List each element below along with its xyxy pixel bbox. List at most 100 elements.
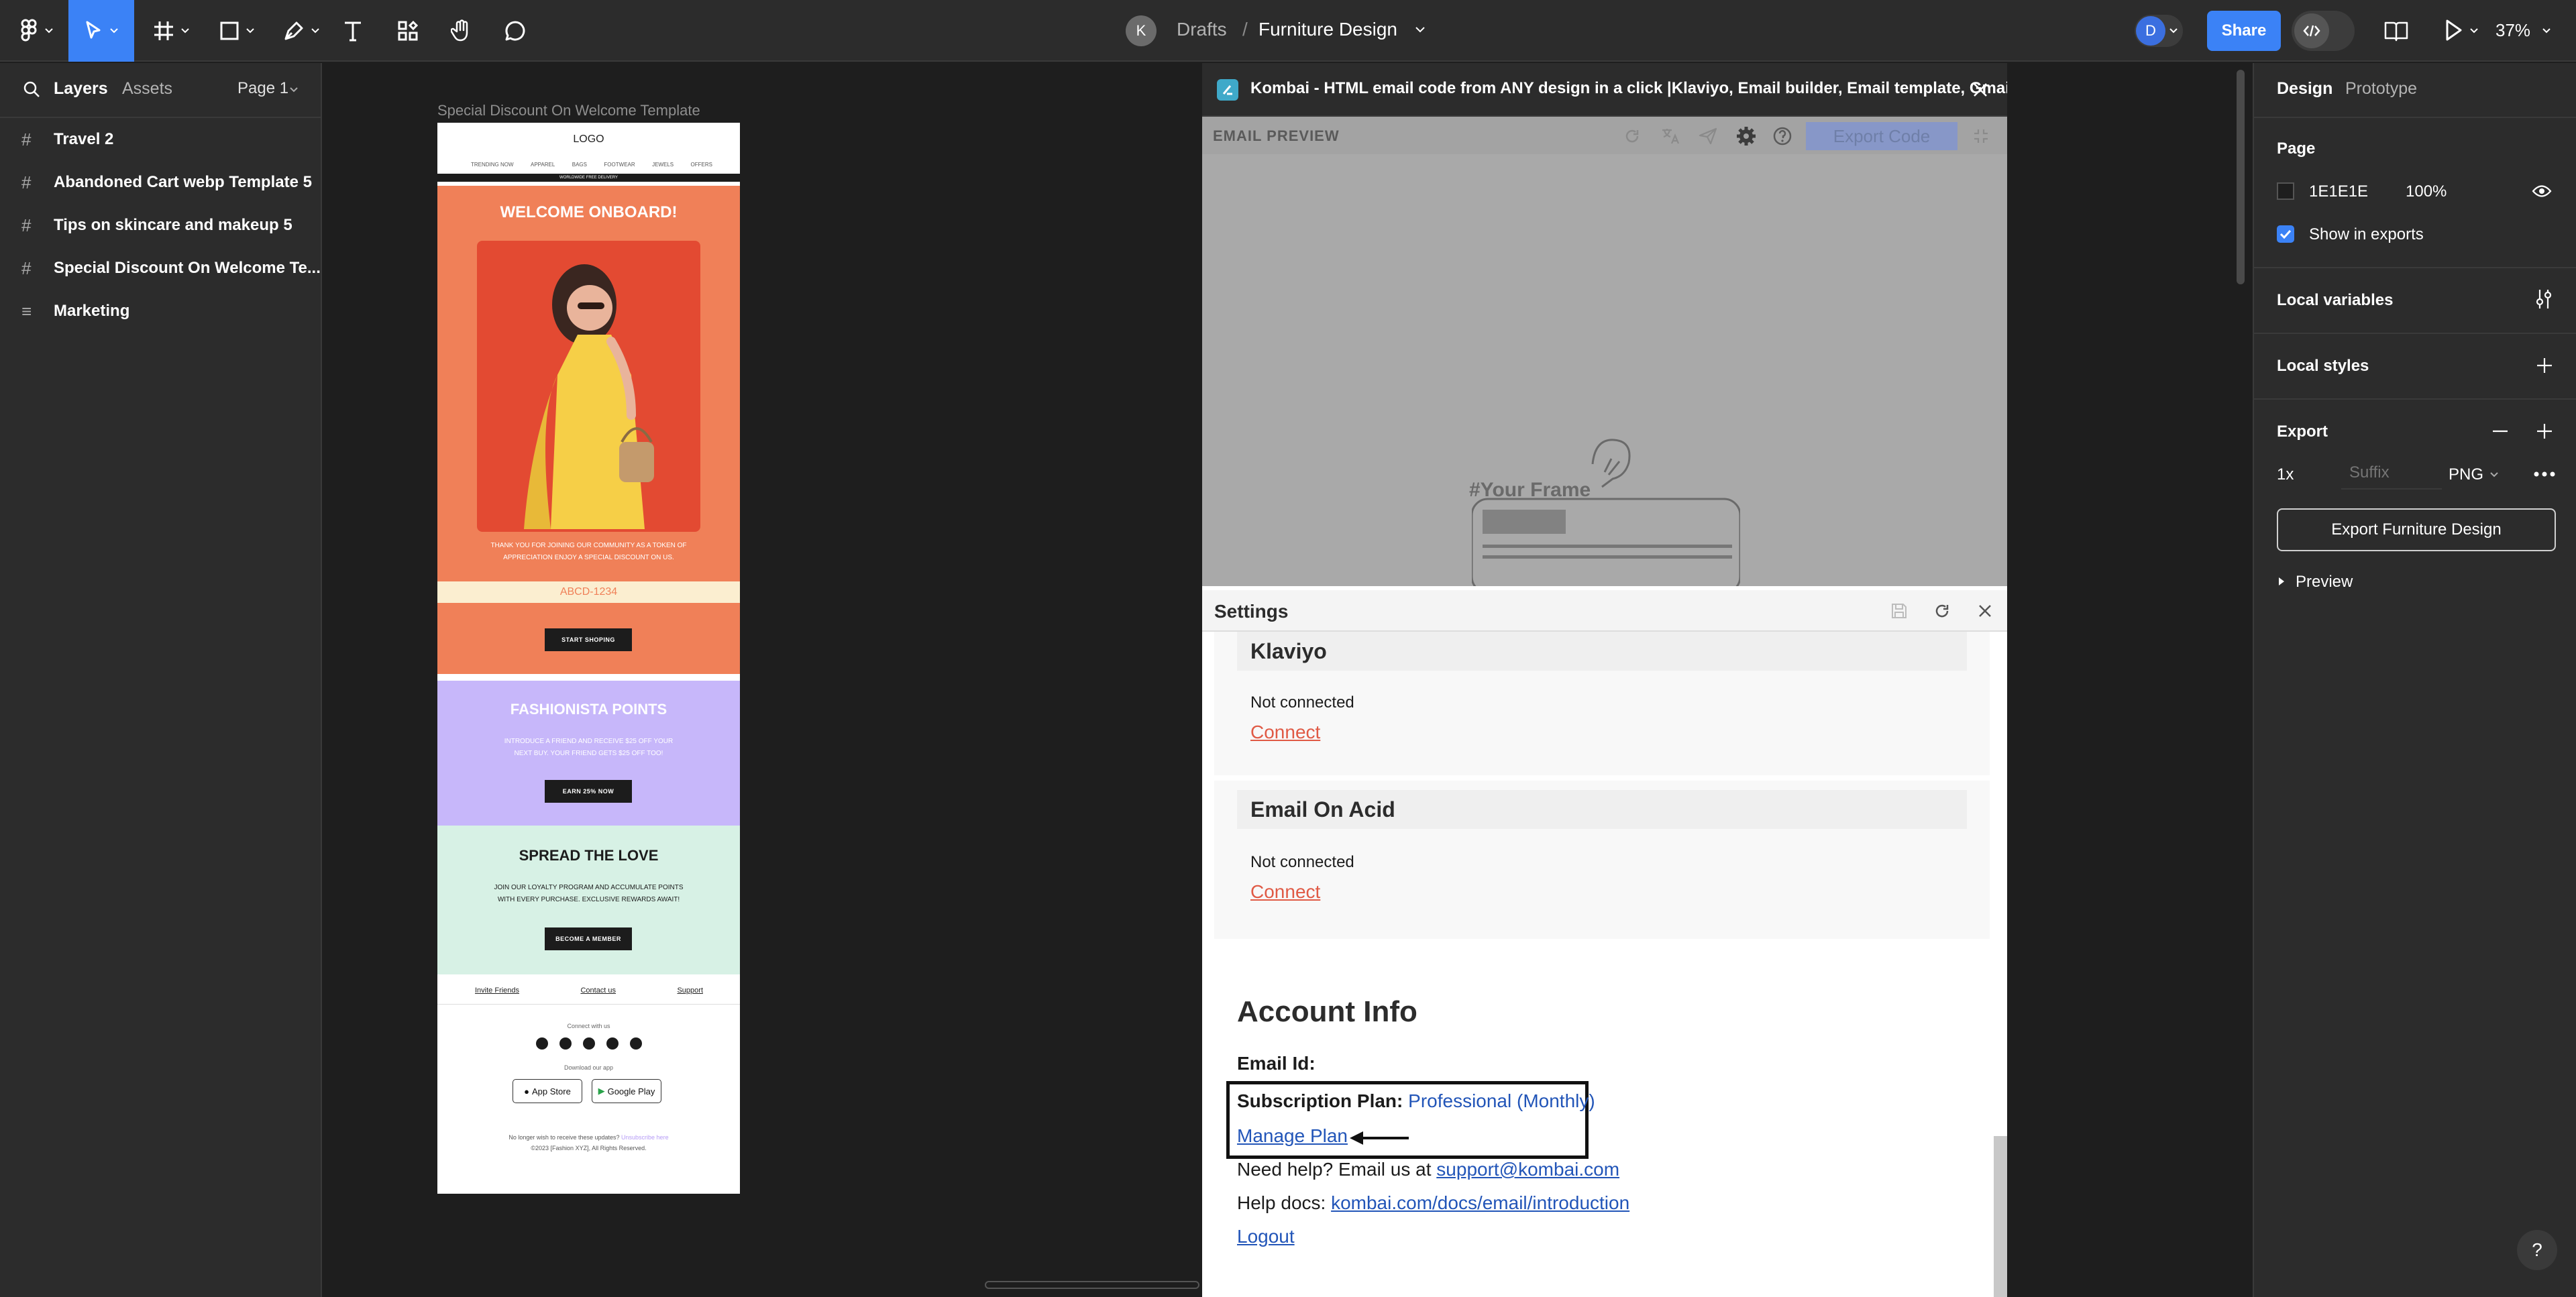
email-on-acid-connect-link[interactable]: Connect bbox=[1250, 881, 1320, 903]
dev-mode-toggle[interactable] bbox=[2292, 11, 2355, 51]
present-play-icon[interactable] bbox=[2445, 19, 2463, 42]
google-play-badge[interactable]: ▶ Google Play bbox=[592, 1079, 661, 1103]
welcome-text: THANK YOU FOR JOINING OUR COMMUNITY AS A… bbox=[490, 542, 687, 549]
share-button[interactable]: Share bbox=[2207, 11, 2281, 51]
footer-link[interactable]: Invite Friends bbox=[475, 986, 519, 995]
klaviyo-connect-link[interactable]: Connect bbox=[1250, 722, 1320, 743]
chevron-down-icon[interactable] bbox=[290, 87, 298, 93]
comment-tool-button[interactable] bbox=[499, 0, 531, 62]
support-email-link[interactable]: support@kombai.com bbox=[1436, 1159, 1619, 1180]
become-member-button[interactable]: BECOME A MEMBER bbox=[545, 927, 632, 950]
text-tool-button[interactable] bbox=[338, 0, 368, 62]
manage-plan-link[interactable]: Manage Plan bbox=[1237, 1125, 1348, 1147]
hand-tool-button[interactable] bbox=[445, 0, 478, 62]
move-tool-button[interactable] bbox=[68, 0, 134, 62]
local-variables-title[interactable]: Local variables bbox=[2277, 291, 2393, 310]
shape-tool-button[interactable] bbox=[213, 0, 260, 62]
page-color-value[interactable]: 1E1E1E bbox=[2309, 182, 2368, 201]
instagram-icon[interactable] bbox=[606, 1037, 619, 1050]
points-text: NEXT BUY. YOUR FRIEND GETS $25 OFF TOO! bbox=[514, 750, 663, 757]
preview-label: EMAIL PREVIEW bbox=[1213, 127, 1340, 144]
settings-gear-icon[interactable] bbox=[1736, 126, 1756, 146]
footer-link[interactable]: Support bbox=[677, 986, 703, 995]
layer-item[interactable]: # Special Discount On Welcome Te... bbox=[0, 247, 321, 290]
help-button[interactable]: ? bbox=[2517, 1230, 2557, 1270]
youtube-icon[interactable] bbox=[630, 1037, 642, 1050]
figma-logo-icon bbox=[21, 19, 37, 42]
more-options-icon[interactable] bbox=[2533, 471, 2556, 477]
search-icon[interactable] bbox=[23, 80, 40, 98]
page-opacity-value[interactable]: 100% bbox=[2406, 182, 2447, 201]
email-frame[interactable]: LOGO TRENDING NOW APPAREL BAGS FOOTWEAR … bbox=[437, 123, 740, 1194]
layer-item[interactable]: # Tips on skincare and makeup 5 bbox=[0, 204, 321, 247]
pinterest-icon[interactable] bbox=[583, 1037, 595, 1050]
chevron-down-icon[interactable] bbox=[2542, 28, 2551, 34]
app-store-badge[interactable]: ● App Store bbox=[513, 1079, 582, 1103]
chevron-down-icon[interactable] bbox=[2490, 472, 2498, 477]
copyright: ©2023 [Fashion XYZ], All Rights Reserved… bbox=[531, 1145, 647, 1151]
export-scale[interactable]: 1x bbox=[2277, 465, 2294, 484]
checkmark-icon bbox=[2279, 229, 2292, 239]
plus-icon[interactable] bbox=[2536, 422, 2553, 440]
user-avatar-group[interactable]: D bbox=[2135, 15, 2183, 47]
minus-icon[interactable] bbox=[2491, 422, 2509, 440]
resources-button[interactable] bbox=[392, 0, 424, 62]
file-name[interactable]: Furniture Design bbox=[1258, 19, 1397, 40]
save-icon[interactable] bbox=[1890, 602, 1908, 620]
export-code-button[interactable]: Export Code bbox=[1806, 122, 1957, 150]
export-format[interactable]: PNG bbox=[2449, 465, 2483, 484]
settings-scrollbar[interactable] bbox=[1994, 1136, 2007, 1297]
start-shopping-button[interactable]: START SHOPING bbox=[545, 628, 632, 651]
horizontal-scrollbar[interactable] bbox=[985, 1281, 1199, 1289]
layer-item[interactable]: ≡ Marketing bbox=[0, 290, 321, 333]
tab-layers[interactable]: Layers bbox=[54, 79, 108, 99]
layer-item[interactable]: # Abandoned Cart webp Template 5 bbox=[0, 161, 321, 204]
layer-item[interactable]: # Travel 2 bbox=[0, 118, 321, 161]
vertical-scrollbar[interactable] bbox=[2237, 70, 2245, 284]
unsubscribe-link[interactable]: Unsubscribe here bbox=[621, 1134, 669, 1141]
plugin-title-bar: Kombai - HTML email code from ANY design… bbox=[1202, 63, 2007, 117]
close-icon[interactable] bbox=[1972, 82, 1988, 98]
chevron-down-icon[interactable] bbox=[2470, 28, 2478, 34]
twitter-icon[interactable] bbox=[559, 1037, 572, 1050]
zoom-level[interactable]: 37% bbox=[2496, 20, 2530, 41]
preview-toggle[interactable]: Preview bbox=[2296, 573, 2353, 591]
frame-icon: # bbox=[21, 258, 32, 278]
tab-assets[interactable]: Assets bbox=[122, 79, 172, 99]
pen-tool-button[interactable] bbox=[276, 0, 326, 62]
page-selector[interactable]: Page 1 bbox=[237, 79, 288, 98]
show-in-exports-checkbox[interactable] bbox=[2277, 225, 2294, 243]
caret-right-icon[interactable] bbox=[2278, 577, 2285, 586]
frame-tool-button[interactable] bbox=[148, 0, 195, 62]
export-suffix-input[interactable] bbox=[2341, 457, 2442, 490]
text-icon bbox=[345, 21, 361, 42]
local-styles-title[interactable]: Local styles bbox=[2277, 357, 2369, 376]
plus-icon[interactable] bbox=[2536, 357, 2553, 374]
team-avatar[interactable]: K bbox=[1126, 15, 1157, 46]
send-icon[interactable] bbox=[1699, 127, 1717, 145]
close-icon[interactable] bbox=[1978, 604, 1992, 618]
eye-icon[interactable] bbox=[2532, 184, 2552, 199]
collapse-icon[interactable] bbox=[1972, 127, 1990, 145]
docs-link[interactable]: kombai.com/docs/email/introduction bbox=[1331, 1192, 1629, 1213]
refresh-icon[interactable] bbox=[1623, 127, 1641, 145]
chevron-down-icon[interactable] bbox=[1415, 27, 1425, 33]
translate-icon[interactable] bbox=[1661, 127, 1680, 145]
logout-link[interactable]: Logout bbox=[1237, 1226, 1295, 1247]
page-color-swatch[interactable] bbox=[2277, 182, 2294, 200]
footer-link[interactable]: Contact us bbox=[580, 986, 616, 995]
sliders-icon[interactable] bbox=[2534, 288, 2553, 310]
tab-design[interactable]: Design bbox=[2277, 79, 2332, 99]
help-row: Need help? Email us at support@kombai.co… bbox=[1237, 1159, 1619, 1180]
refresh-icon[interactable] bbox=[1933, 602, 1951, 620]
export-button[interactable]: Export Furniture Design bbox=[2277, 508, 2556, 551]
figma-main-menu[interactable] bbox=[13, 0, 60, 62]
help-circle-icon[interactable] bbox=[1772, 126, 1792, 146]
frame-label[interactable]: Special Discount On Welcome Template bbox=[437, 102, 700, 119]
earn-points-button[interactable]: EARN 25% NOW bbox=[545, 780, 632, 803]
tab-prototype[interactable]: Prototype bbox=[2345, 79, 2417, 99]
breadcrumb-parent[interactable]: Drafts bbox=[1177, 19, 1227, 40]
kombai-plugin-window: Kombai - HTML email code from ANY design… bbox=[1202, 63, 2007, 1297]
library-icon[interactable] bbox=[2384, 20, 2408, 42]
facebook-icon[interactable] bbox=[536, 1037, 548, 1050]
